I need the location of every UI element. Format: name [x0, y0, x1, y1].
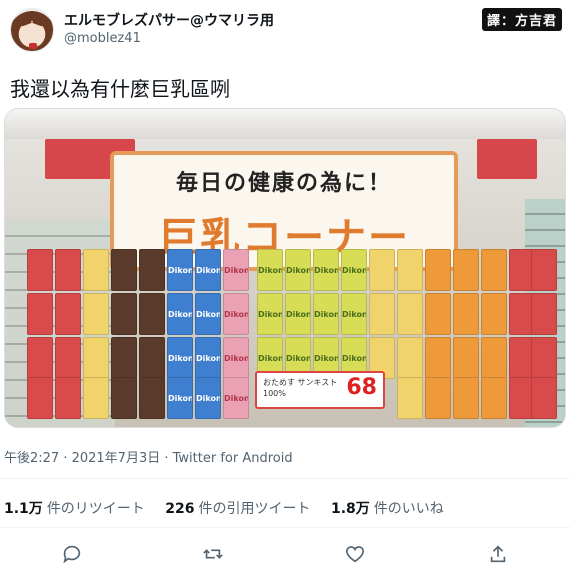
drink-box: Dikon	[257, 293, 283, 335]
store-ceiling	[5, 109, 565, 139]
drink-box	[453, 377, 479, 419]
share-icon[interactable]	[484, 540, 512, 568]
drink-box	[397, 293, 423, 335]
tweet-photo[interactable]: 毎日の健康の為に！ 巨乳コーナー Dikon Dikon Dikon Dikon Dik…	[4, 108, 566, 428]
like-count: 1.8万	[330, 501, 370, 517]
retweet-count: 1.1万	[4, 501, 43, 517]
drink-box	[111, 249, 137, 291]
price-tag-name: おためす サンキスト100%	[263, 378, 338, 398]
drink-box: Dikon	[195, 293, 221, 335]
drink-box	[481, 337, 507, 379]
drink-box: Dikon	[313, 249, 339, 291]
drink-box	[397, 249, 423, 291]
avatar-bow	[29, 43, 37, 49]
price-tag-price: 68	[346, 375, 377, 400]
banner-line1: 毎日の健康の為に！	[175, 171, 392, 196]
tweet-text: 我還以為有什麼巨乳區咧	[10, 77, 230, 101]
drink-box	[369, 293, 395, 335]
drink-box: Dikon	[313, 293, 339, 335]
drink-box: Dikon	[195, 377, 221, 419]
drink-box	[27, 377, 53, 419]
drink-box: Dikon	[167, 293, 193, 335]
like-icon[interactable]	[341, 540, 369, 568]
tweet-actions	[0, 540, 570, 570]
avatar[interactable]	[10, 8, 54, 52]
drink-box	[397, 377, 423, 419]
drink-box	[55, 377, 81, 419]
tweet-timestamp[interactable]: 午後2:27 · 2021年7月3日 · Twitter for Android	[4, 447, 293, 466]
reply-icon[interactable]	[58, 540, 86, 568]
drink-box	[481, 249, 507, 291]
drink-box: Dikon	[195, 337, 221, 379]
drink-box	[55, 249, 81, 291]
drink-box	[453, 337, 479, 379]
drink-box	[481, 293, 507, 335]
quote-label: 件の引用ツイート	[198, 501, 311, 517]
drink-box: Dikon	[223, 249, 249, 291]
like-stat[interactable]: 1.8万 件のいいね	[331, 498, 444, 518]
drink-box	[425, 377, 451, 419]
drink-box: Dikon	[257, 249, 283, 291]
drink-box	[83, 293, 109, 335]
drink-box	[83, 377, 109, 419]
drink-box	[111, 293, 137, 335]
drink-box	[55, 293, 81, 335]
quote-stat[interactable]: 226 件の引用ツイート	[165, 498, 310, 518]
drink-box: Dikon	[285, 249, 311, 291]
display-name[interactable]: エルモブレズパサー@ウマリラ用	[64, 10, 274, 30]
drink-box: Dikon	[167, 337, 193, 379]
drink-box	[139, 249, 165, 291]
drink-box	[531, 293, 557, 335]
drink-box	[83, 337, 109, 379]
drink-box	[425, 249, 451, 291]
drink-box	[27, 337, 53, 379]
drink-box	[531, 337, 557, 379]
drink-box	[139, 337, 165, 379]
drink-box	[397, 337, 423, 379]
drink-box: Dikon	[285, 293, 311, 335]
drink-box: Dikon	[341, 249, 367, 291]
tweet-stats: 1.1万 件のリツイート 226 件の引用ツイート 1.8万 件のいいね	[4, 498, 460, 518]
drink-box	[27, 249, 53, 291]
retweet-icon[interactable]	[199, 540, 227, 568]
drink-box	[531, 377, 557, 419]
drink-box: Dikon	[341, 293, 367, 335]
drink-box	[453, 249, 479, 291]
avatar-ear-right	[32, 11, 46, 27]
drink-box	[425, 337, 451, 379]
drink-box: Dikon	[167, 377, 193, 419]
avatar-ear-left	[18, 11, 32, 27]
drink-box	[425, 293, 451, 335]
drink-box	[139, 293, 165, 335]
drink-box: Dikon	[195, 249, 221, 291]
tweet-header: エルモブレズパサー@ウマリラ用 @moblez41 譯：方吉君	[0, 0, 570, 62]
drink-box	[111, 337, 137, 379]
retweet-label: 件のリツイート	[46, 501, 145, 517]
store-sign-right	[477, 139, 537, 179]
drink-box	[531, 249, 557, 291]
divider	[0, 478, 570, 479]
divider	[0, 527, 570, 528]
drink-box	[139, 377, 165, 419]
drink-box	[83, 249, 109, 291]
drink-box	[481, 377, 507, 419]
drink-box	[369, 249, 395, 291]
drink-box: Dikon	[223, 377, 249, 419]
retweet-stat[interactable]: 1.1万 件のリツイート	[4, 498, 145, 518]
drink-box	[55, 337, 81, 379]
drink-box: Dikon	[167, 249, 193, 291]
translator-watermark: 譯：方吉君	[481, 8, 562, 31]
user-handle[interactable]: @moblez41	[64, 31, 141, 46]
drink-box	[111, 377, 137, 419]
price-tag: おためす サンキスト100% 68	[255, 371, 385, 409]
drink-box: Dikon	[223, 293, 249, 335]
drink-box	[453, 293, 479, 335]
drink-box	[27, 293, 53, 335]
like-label: 件のいいね	[373, 501, 444, 517]
drink-box: Dikon	[223, 337, 249, 379]
quote-count: 226	[165, 501, 195, 517]
